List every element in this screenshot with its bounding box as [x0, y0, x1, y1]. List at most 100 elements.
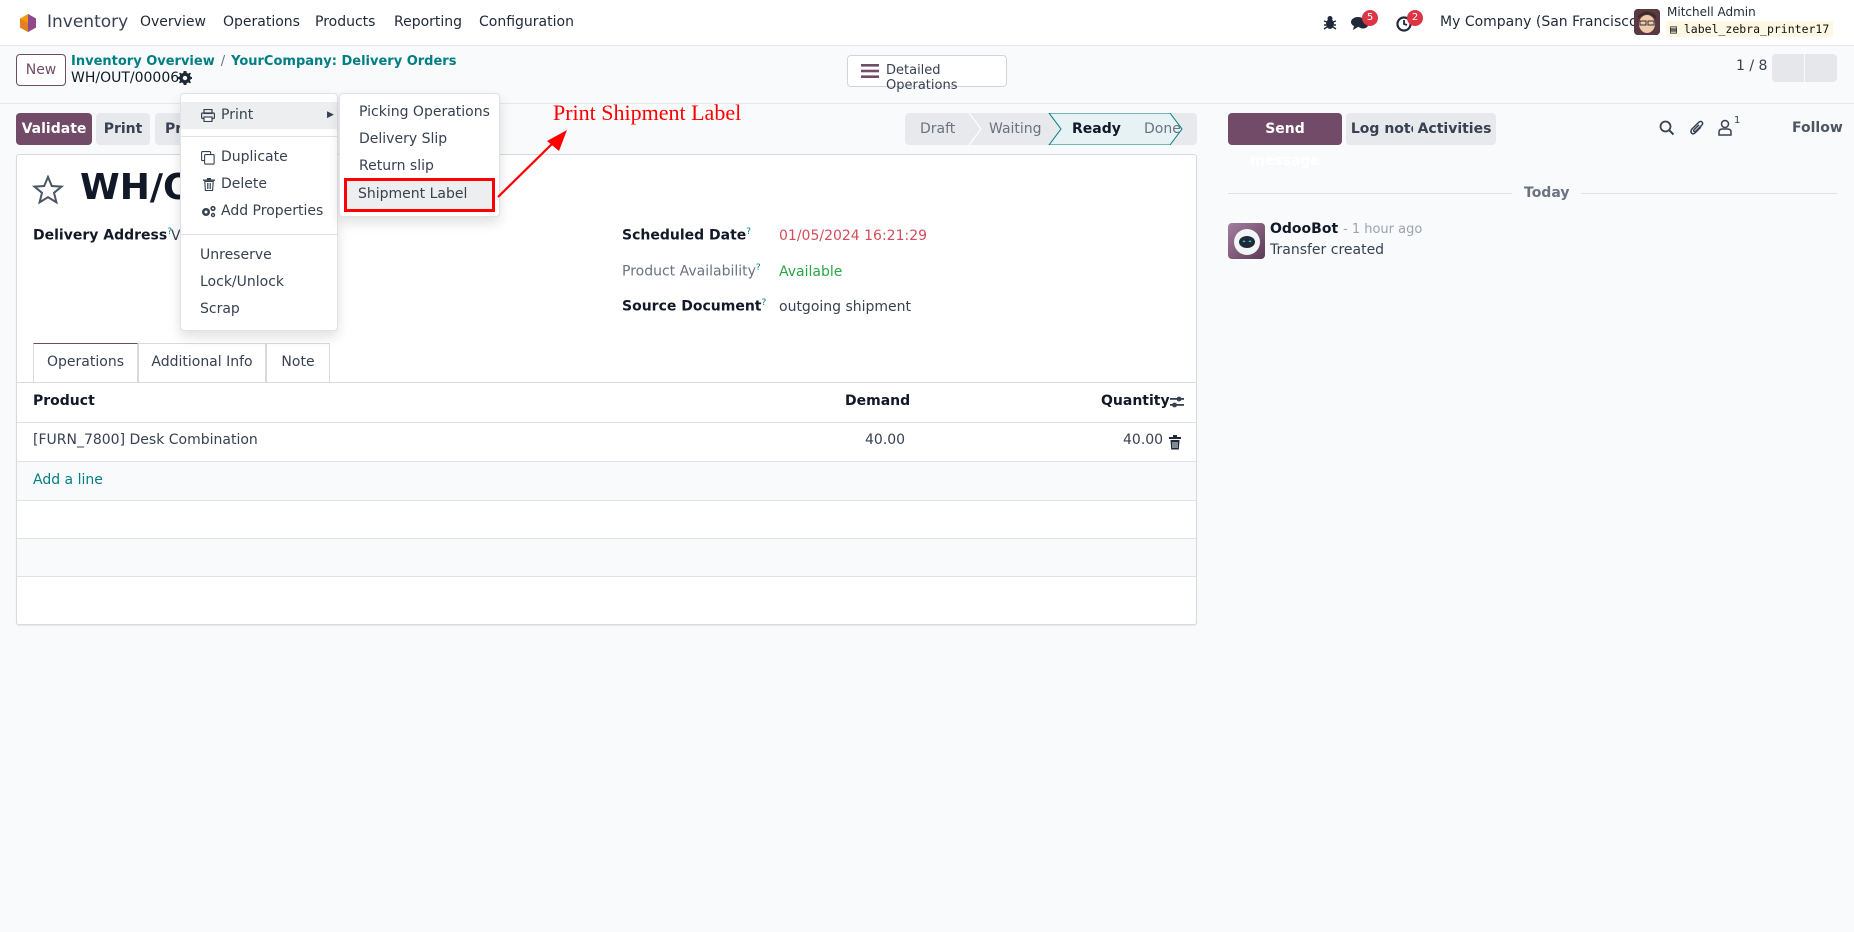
top-navbar: Inventory Overview Operations Products R…: [0, 0, 1854, 46]
table-header-divider: [17, 422, 1196, 423]
help-icon[interactable]: ?: [762, 298, 767, 308]
dropdown-delete[interactable]: Delete: [181, 171, 337, 198]
database-label: label_zebra_printer17: [1683, 22, 1830, 36]
database-icon: ▤: [1670, 22, 1677, 36]
breadcrumb-inventory-overview[interactable]: Inventory Overview: [71, 54, 215, 69]
date-separator: Today: [1512, 185, 1582, 201]
caret-right-icon: ▶: [327, 110, 334, 120]
submenu-picking-operations[interactable]: Picking Operations: [359, 104, 490, 120]
pager-previous-button[interactable]: [1772, 54, 1804, 82]
action-dropdown-menu: Print ▶ Duplicate Delete Add Properties: [180, 93, 338, 331]
dropdown-scrap-label: Scrap: [200, 301, 240, 317]
gear-icon[interactable]: [178, 71, 192, 85]
record-name: WH/OUT/00006: [71, 70, 180, 86]
message-author: OdooBot - 1 hour ago: [1270, 221, 1422, 237]
dropdown-lock-unlock[interactable]: Lock/Unlock: [181, 269, 337, 296]
column-header-product[interactable]: Product: [33, 393, 95, 409]
message-body: Transfer created: [1270, 242, 1385, 258]
annotation-text: Print Shipment Label: [553, 100, 742, 125]
dropdown-lock-unlock-label: Lock/Unlock: [200, 274, 285, 290]
source-document-label: Source Document?: [622, 298, 766, 315]
followers-icon[interactable]: [1718, 119, 1732, 136]
annotation-arrow: [497, 130, 567, 198]
detailed-operations-label: Detailed Operations: [886, 63, 958, 93]
dropdown-scrap[interactable]: Scrap: [181, 296, 337, 323]
pager-value[interactable]: 1 / 8: [1736, 58, 1767, 74]
dropdown-duplicate[interactable]: Duplicate: [181, 144, 337, 171]
delete-row-icon[interactable]: [1168, 435, 1182, 450]
scheduled-date-value[interactable]: 01/05/2024 16:21:29: [779, 228, 927, 244]
validate-button[interactable]: Validate: [16, 113, 92, 145]
submenu-delivery-slip[interactable]: Delivery Slip: [359, 131, 447, 147]
add-a-line-link[interactable]: Add a line: [33, 472, 103, 488]
table-row-divider: [17, 500, 1196, 501]
table-row-quantity[interactable]: 40.00: [1123, 432, 1163, 448]
list-icon: [861, 64, 879, 78]
tab-operations[interactable]: Operations: [33, 343, 138, 383]
submenu-shipment-label[interactable]: Shipment Label: [344, 178, 495, 212]
odoobot-avatar[interactable]: [1228, 223, 1265, 259]
dropdown-delete-label: Delete: [221, 176, 267, 192]
submenu-shipment-label-text: Shipment Label: [358, 186, 468, 202]
product-availability-value: Available: [779, 264, 843, 280]
inventory-app-icon[interactable]: [18, 13, 38, 33]
bug-icon[interactable]: [1320, 13, 1340, 33]
dropdown-add-properties-label: Add Properties: [221, 203, 324, 219]
source-document-label-text: Source Document: [622, 298, 762, 315]
message-author-name[interactable]: OdooBot: [1270, 221, 1338, 237]
menu-reporting[interactable]: Reporting: [394, 14, 462, 30]
tabs-divider: [17, 382, 1196, 383]
star-icon[interactable]: [32, 174, 64, 206]
table-row-divider: [17, 576, 1196, 577]
tab-note[interactable]: Note: [266, 343, 330, 382]
database-name: ▤ label_zebra_printer17: [1666, 21, 1834, 37]
dropdown-unreserve-label: Unreserve: [200, 247, 272, 263]
dropdown-unreserve[interactable]: Unreserve: [181, 242, 337, 269]
duplicate-icon: [201, 151, 215, 165]
table-row-demand[interactable]: 40.00: [865, 432, 905, 448]
send-message-button[interactable]: Send message: [1228, 113, 1342, 169]
activities-button[interactable]: Activities: [1413, 113, 1496, 145]
column-header-demand[interactable]: Demand: [845, 393, 910, 409]
breadcrumb: Inventory Overview / YourCompany: Delivery…: [71, 54, 456, 69]
stage-done[interactable]: Done: [1144, 113, 1181, 145]
dropdown-divider: [181, 136, 337, 137]
dropdown-add-properties[interactable]: Add Properties: [181, 198, 337, 225]
dropdown-print-label: Print: [221, 107, 254, 123]
help-icon[interactable]: ?: [746, 227, 751, 237]
pager-next-button[interactable]: [1805, 54, 1837, 82]
activities-badge: 2: [1407, 10, 1423, 26]
dropdown-print[interactable]: Print ▶: [181, 102, 337, 129]
printer-icon: [201, 109, 215, 122]
menu-configuration[interactable]: Configuration: [479, 14, 574, 30]
menu-overview[interactable]: Overview: [140, 14, 206, 30]
stage-ready[interactable]: Ready: [1072, 113, 1121, 145]
source-document-value[interactable]: outgoing shipment: [779, 299, 911, 315]
stage-waiting[interactable]: Waiting: [989, 113, 1042, 145]
submenu-return-slip[interactable]: Return slip: [359, 158, 434, 174]
new-button[interactable]: New: [16, 54, 66, 86]
breadcrumb-delivery-orders[interactable]: YourCompany: Delivery Orders: [231, 54, 456, 69]
detailed-operations-button[interactable]: Detailed Operations: [847, 55, 1007, 93]
user-avatar[interactable]: [1634, 9, 1660, 35]
scheduled-date-label-text: Scheduled Date: [622, 227, 747, 244]
app-name[interactable]: Inventory: [47, 12, 128, 32]
column-header-quantity[interactable]: Quantity: [1101, 393, 1170, 409]
user-name[interactable]: Mitchell Admin: [1667, 5, 1756, 19]
search-icon[interactable]: [1659, 120, 1675, 136]
paperclip-icon[interactable]: [1689, 119, 1705, 137]
tab-additional-info[interactable]: Additional Info: [138, 343, 266, 382]
empty-row: [17, 539, 1196, 576]
help-icon[interactable]: ?: [756, 263, 761, 273]
cogs-icon: [202, 205, 216, 218]
print-button[interactable]: Print: [96, 113, 150, 145]
trash-icon: [203, 178, 215, 191]
add-line-row: [17, 462, 1196, 500]
menu-products[interactable]: Products: [315, 14, 375, 30]
column-settings-icon[interactable]: [1169, 394, 1185, 410]
company-switcher[interactable]: My Company (San Francisco): [1440, 14, 1643, 30]
stage-draft[interactable]: Draft: [920, 113, 955, 145]
table-row-product[interactable]: [FURN_7800] Desk Combination: [33, 432, 258, 448]
follow-button[interactable]: Follow: [1792, 120, 1843, 136]
menu-operations[interactable]: Operations: [223, 14, 300, 30]
